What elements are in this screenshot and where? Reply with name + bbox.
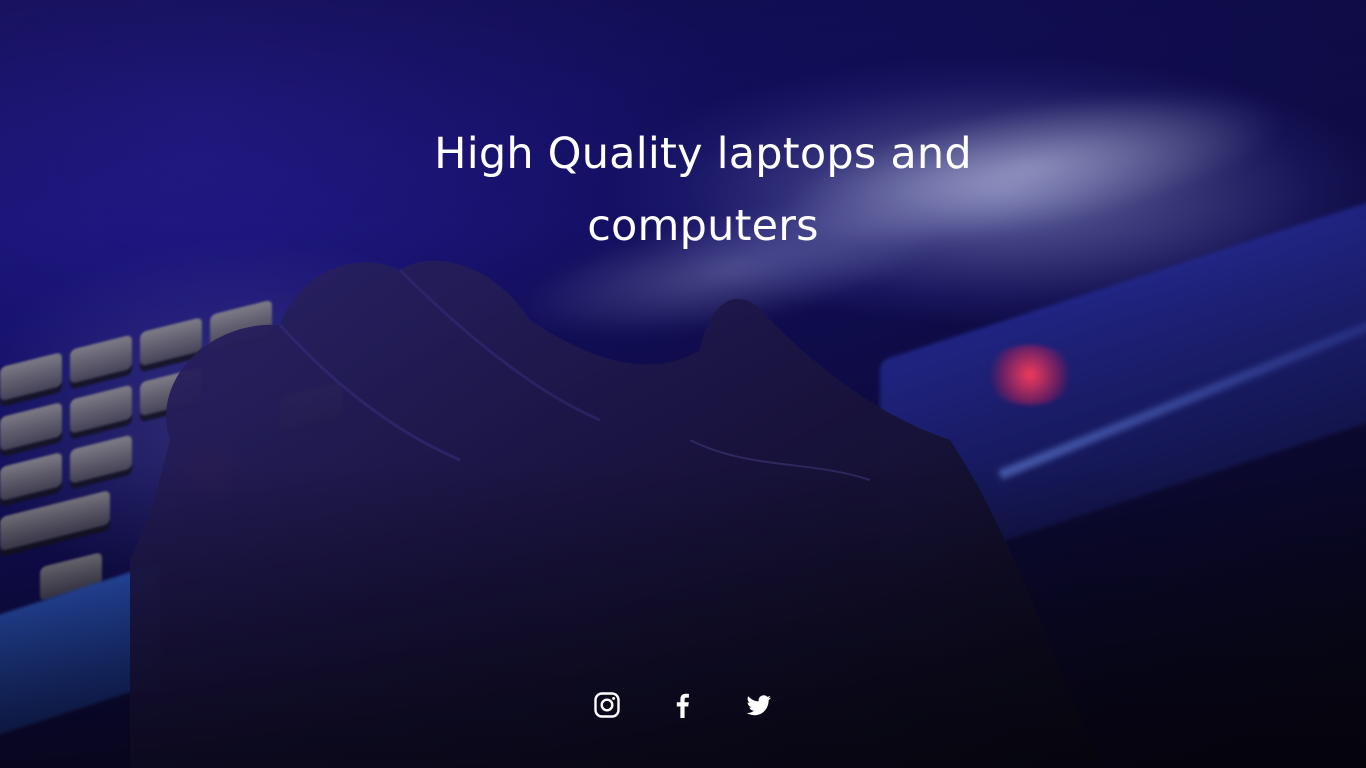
hero-section: High Quality laptops and computers — [0, 0, 1366, 768]
instagram-icon — [594, 692, 620, 718]
background-vignette — [0, 0, 1366, 768]
facebook-link[interactable] — [669, 691, 697, 719]
twitter-icon — [746, 695, 771, 716]
hero-headline: High Quality laptops and computers — [434, 129, 972, 251]
social-links — [0, 686, 1366, 724]
twitter-link[interactable] — [745, 691, 773, 719]
facebook-icon — [676, 693, 689, 718]
instagram-link[interactable] — [593, 691, 621, 719]
